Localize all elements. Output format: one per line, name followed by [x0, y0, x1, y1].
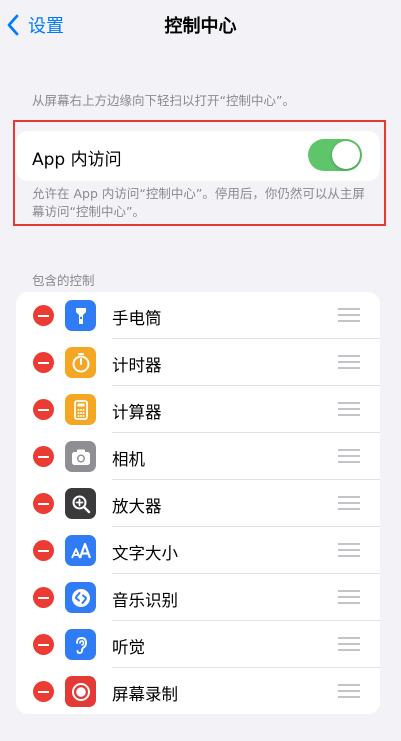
controls-list: 手电筒计时器计算器相机放大器文字大小音乐识别听觉屏幕录制 [16, 292, 380, 714]
control-row[interactable]: 听觉 [16, 621, 380, 668]
remove-button[interactable] [33, 634, 54, 655]
app-access-toggle[interactable] [308, 139, 362, 171]
reorder-handle-icon[interactable] [338, 308, 360, 322]
app-access-label: App 内访问 [32, 150, 122, 170]
control-row[interactable]: 计时器 [16, 339, 380, 386]
camera-icon [65, 441, 96, 472]
control-label: 听觉 [112, 638, 145, 657]
screen-record-icon [65, 676, 96, 707]
remove-button[interactable] [33, 446, 54, 467]
control-row[interactable]: 放大器 [16, 480, 380, 527]
shazam-icon [65, 582, 96, 613]
reorder-handle-icon[interactable] [338, 496, 360, 510]
control-label: 放大器 [112, 497, 162, 516]
app-access-row: App 内访问 [16, 131, 380, 181]
control-label: 相机 [112, 450, 145, 469]
navigation-bar: 设置 控制中心 [0, 0, 401, 52]
app-access-description: 允许在 App 内访问“控制中心”。停用后，你仍然可以从主屏幕访问“控制中心”。 [32, 186, 365, 219]
reorder-handle-icon[interactable] [338, 543, 360, 557]
control-row[interactable]: 手电筒 [16, 292, 380, 339]
section-header: 包含的控制 [32, 273, 95, 288]
remove-button[interactable] [33, 352, 54, 373]
remove-button[interactable] [33, 587, 54, 608]
hearing-icon [65, 629, 96, 660]
control-row[interactable]: 屏幕录制 [16, 668, 380, 714]
reorder-handle-icon[interactable] [338, 684, 360, 698]
reorder-handle-icon[interactable] [338, 637, 360, 651]
control-label: 计算器 [112, 403, 162, 422]
control-label: 文字大小 [112, 544, 178, 563]
control-label: 手电筒 [112, 309, 162, 328]
reorder-handle-icon[interactable] [338, 355, 360, 369]
magnifier-icon [65, 488, 96, 519]
open-hint: 从屏幕右上方边缘向下轻扫以打开“控制中心”。 [32, 93, 295, 108]
timer-icon [65, 347, 96, 378]
control-row[interactable]: 文字大小 [16, 527, 380, 574]
control-row[interactable]: 相机 [16, 433, 380, 480]
toggle-knob [332, 141, 360, 169]
control-row[interactable]: 计算器 [16, 386, 380, 433]
remove-button[interactable] [33, 305, 54, 326]
reorder-handle-icon[interactable] [338, 590, 360, 604]
control-label: 音乐识别 [112, 591, 178, 610]
reorder-handle-icon[interactable] [338, 449, 360, 463]
remove-button[interactable] [33, 540, 54, 561]
control-label: 计时器 [112, 356, 162, 375]
text-size-icon [65, 535, 96, 566]
reorder-handle-icon[interactable] [338, 402, 360, 416]
remove-button[interactable] [33, 493, 54, 514]
calculator-icon [65, 394, 96, 425]
control-row[interactable]: 音乐识别 [16, 574, 380, 621]
control-label: 屏幕录制 [112, 685, 178, 704]
remove-button[interactable] [33, 399, 54, 420]
remove-button[interactable] [33, 681, 54, 702]
flashlight-icon [65, 300, 96, 331]
page-title: 控制中心 [164, 16, 237, 37]
